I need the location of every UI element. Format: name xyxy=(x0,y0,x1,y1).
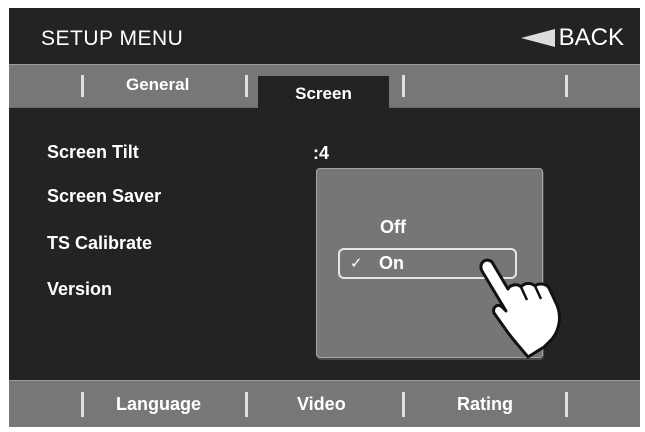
tab-separator xyxy=(565,392,568,417)
bottom-tab-bar: Language Video Rating xyxy=(9,380,640,427)
tab-separator xyxy=(565,75,568,97)
back-button[interactable]: BACK xyxy=(520,24,624,52)
back-label: BACK xyxy=(558,24,624,51)
tab-screen[interactable]: Screen xyxy=(258,76,389,110)
setting-screen-tilt[interactable]: Screen Tilt xyxy=(47,142,139,163)
header-bar: SETUP MENU BACK xyxy=(9,8,640,64)
tab-video[interactable]: Video xyxy=(297,394,346,415)
tab-separator xyxy=(402,75,405,97)
back-arrow-icon xyxy=(520,29,555,47)
setting-screen-saver[interactable]: Screen Saver xyxy=(47,186,161,207)
tab-general[interactable]: General xyxy=(126,75,189,95)
tab-language[interactable]: Language xyxy=(116,394,201,415)
tab-separator xyxy=(245,75,248,97)
checkmark-icon: ✓ xyxy=(350,255,363,272)
tab-rating[interactable]: Rating xyxy=(457,394,513,415)
setting-ts-calibrate[interactable]: TS Calibrate xyxy=(47,233,152,254)
tab-separator xyxy=(81,75,84,97)
tab-separator xyxy=(81,392,84,417)
screen-tilt-value: :4 xyxy=(313,143,330,163)
option-on-label: On xyxy=(379,253,404,273)
setting-version[interactable]: Version xyxy=(47,279,112,300)
tab-separator xyxy=(402,392,405,417)
page-title: SETUP MENU xyxy=(41,27,184,50)
tab-separator xyxy=(245,392,248,417)
option-off[interactable]: Off xyxy=(380,217,406,238)
setup-menu-screen: SETUP MENU BACK General Screen Screen Ti… xyxy=(9,8,640,427)
pointing-hand-icon xyxy=(479,258,561,359)
